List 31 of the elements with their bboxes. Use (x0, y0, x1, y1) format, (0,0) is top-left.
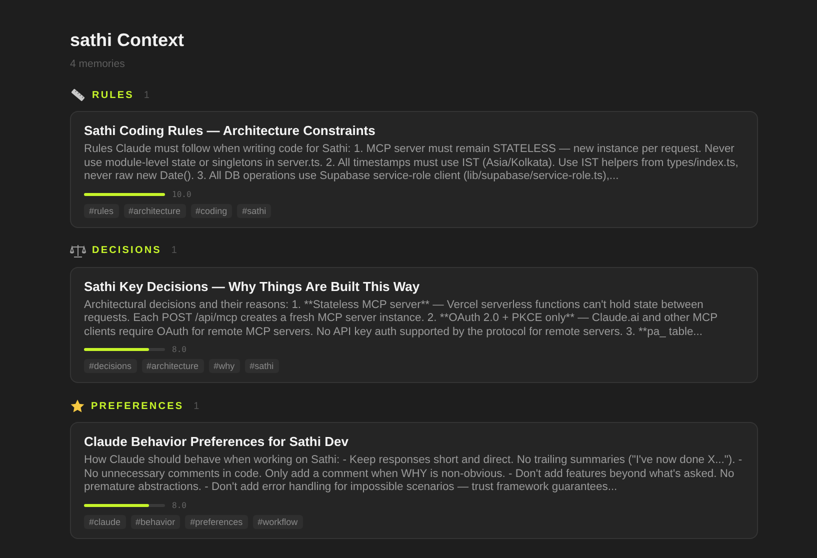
tag[interactable]: #workflow (252, 514, 303, 528)
importance-score: 8.0 (172, 345, 186, 354)
section-heading: RULES (92, 90, 134, 100)
tag[interactable]: #claude (84, 514, 126, 528)
memory-text: Rules Claude must follow when writing code for Sathi: 1. MCP server must remain STATELESS — new instance per request. Never use module-level state or singletons in server.ts. 2. All timestamps must use IST (Asia/Kolkata). Use IST helpers from types/index.ts, never raw new Date(). 3. All DB operations use Supabase service-role client (lib/supabase/service-role.ts),... (84, 143, 740, 184)
scales-icon (70, 244, 86, 258)
tag[interactable]: #sathi (244, 359, 279, 373)
importance-score: 10.0 (172, 190, 192, 198)
memory-card[interactable] (70, 266, 758, 383)
tag[interactable]: #preferences (185, 514, 248, 528)
tag[interactable]: #decisions (84, 359, 137, 373)
tag[interactable]: #architecture (124, 204, 186, 218)
memory-card[interactable] (70, 422, 758, 538)
section-heading: PREFERENCES (91, 400, 184, 412)
tag[interactable]: #sathi (237, 204, 272, 218)
tag[interactable]: #behavior (130, 514, 180, 528)
memory-count: 4 memories (70, 58, 126, 70)
tag[interactable]: #why (208, 359, 240, 373)
memory-title: Claude Behavior Preferences for Sathi Dev (84, 434, 350, 449)
tag[interactable]: #coding (190, 204, 232, 218)
memory-title: Sathi Key Decisions — Why Things Are Built This Way (84, 278, 421, 294)
section-heading: DECISIONS (92, 245, 162, 256)
memory-card[interactable] (70, 111, 758, 228)
star-icon (70, 399, 85, 413)
memory-text: Architectural decisions and their reasons: 1. **Stateless MCP server** — Vercel serverless functions can't hold state between requests. Each POST /api/mcp creates a fresh MCP server instance. 2. **OAuth 2.0 + PKCE only** — Claude.ai and other MCP clients require OAuth for remote MCP servers. No API key auth supported by the protocol for remote servers. 3. **pa_ table... (84, 298, 718, 339)
page-title: sathi Context (70, 30, 186, 51)
importance-score: 8.0 (172, 500, 186, 510)
memory-title: Sathi Coding Rules — Architecture Constraints (84, 123, 376, 138)
tag[interactable]: #rules (84, 204, 119, 218)
tag[interactable]: #architecture (142, 359, 204, 373)
memory-text: How Claude should behave when working on Sathi: - Keep responses short and direct. No trailing summaries ("I've now done X..."). - No unnecessary comments in code. Only add a comment when WHY is non-obvious. - Don't add features beyond what's asked. No premature abstractions. - Don't add error handling for impossible scenarios — trust framework guarantees... (84, 454, 744, 494)
